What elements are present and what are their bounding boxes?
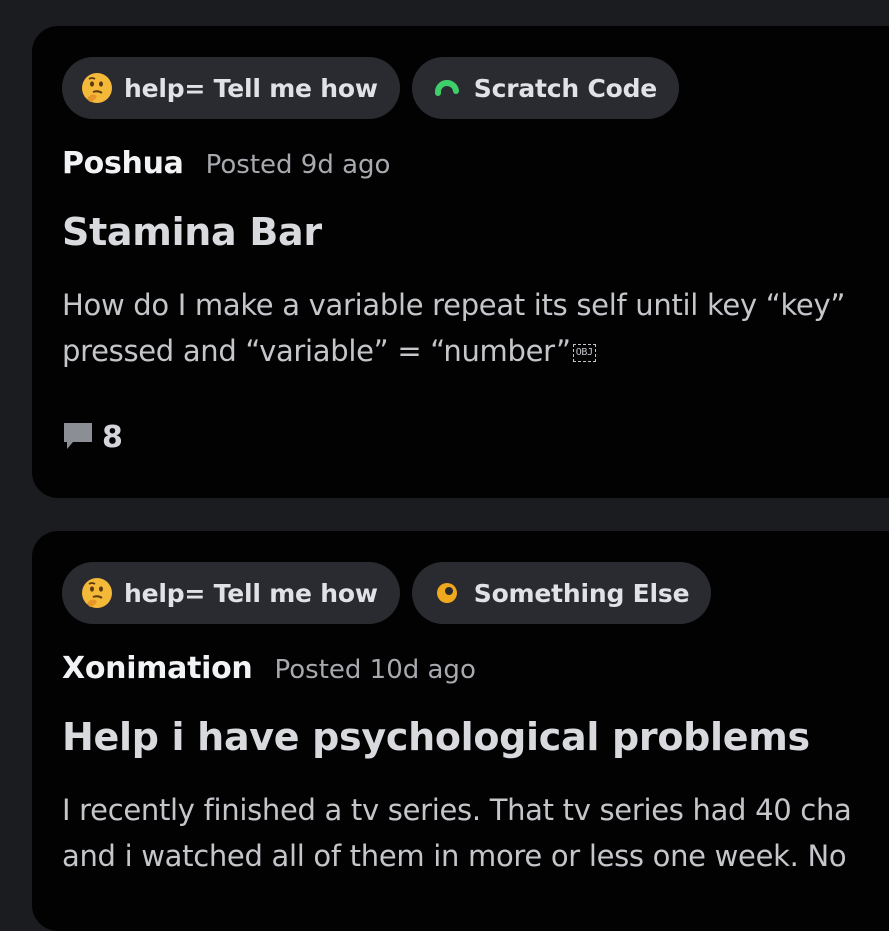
body-line-wrap: pressed and “variable” = “number” OBJ [62,328,845,374]
tag-something-else[interactable]: Something Else [411,562,712,624]
comment-icon [62,421,94,455]
tag-label: help= Tell me how [124,73,378,103]
body-line: I recently finished a tv series. That tv… [62,793,852,827]
author-name[interactable]: Xonimation [62,651,253,686]
tag-label: Scratch Code [473,73,658,103]
reply-counter[interactable]: 8 [62,420,123,455]
tag-label: Something Else [473,578,690,608]
green-arc-icon [430,71,464,105]
body-line: How do I make a variable repeat its self… [62,288,846,322]
object-placeholder: OBJ [572,344,596,362]
thinking-face-icon [80,576,114,610]
tag-list: help= Tell me how Something Else [62,562,712,624]
orange-swirl-icon [430,576,464,610]
tag-help[interactable]: help= Tell me how [62,57,400,119]
tag-scratch-code[interactable]: Scratch Code [411,57,680,119]
thinking-face-icon [80,71,114,105]
post-body: How do I make a variable repeat its self… [62,282,845,374]
post-meta: Xonimation Posted 10d ago [62,651,476,686]
post-card[interactable]: help= Tell me how Scratch Code Poshua Po… [32,26,889,498]
tag-list: help= Tell me how Scratch Code [62,57,680,119]
post-body: I recently finished a tv series. That tv… [62,787,852,879]
post-title[interactable]: Help i have psychological problems [62,715,810,759]
tag-label: help= Tell me how [124,578,378,608]
post-title[interactable]: Stamina Bar [62,210,322,254]
tag-help[interactable]: help= Tell me how [62,562,400,624]
reply-count: 8 [102,420,123,455]
posted-time: Posted 10d ago [274,655,476,685]
posted-time: Posted 9d ago [205,150,391,180]
body-line: and i watched all of them in more or les… [62,839,847,873]
post-meta: Poshua Posted 9d ago [62,146,390,181]
post-card[interactable]: help= Tell me how Something Else Xonimat… [32,531,889,931]
author-name[interactable]: Poshua [62,146,184,181]
body-line: pressed and “variable” = “number” [62,334,571,368]
